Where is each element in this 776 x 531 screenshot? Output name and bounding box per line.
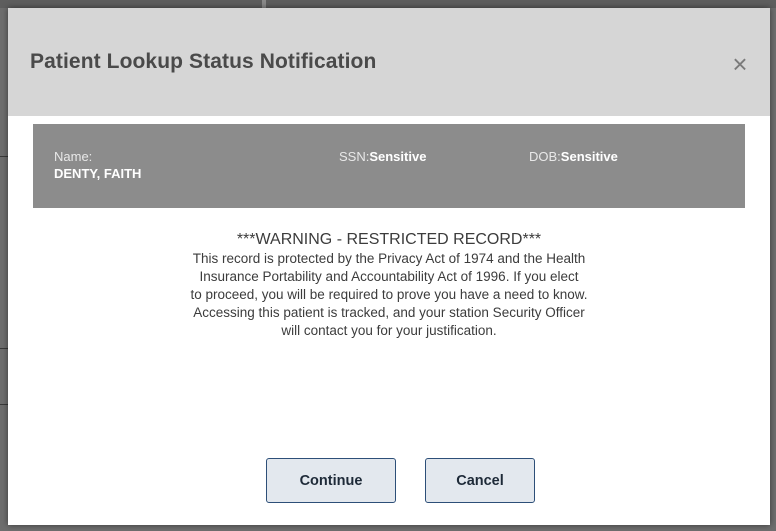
- warning-heading: ***WARNING - RESTRICTED RECORD***: [236, 231, 542, 248]
- message-line: will contact you for your justification.: [281, 323, 497, 338]
- patient-name: DENTY, FAITH: [54, 166, 142, 181]
- dob-field: DOB:Sensitive: [529, 149, 618, 164]
- ssn-label: SSN:: [339, 149, 370, 164]
- close-icon[interactable]: ×: [732, 49, 747, 79]
- background-divider: [0, 404, 8, 405]
- close-button[interactable]: ×: [728, 49, 752, 79]
- dob-label: DOB:: [529, 149, 561, 164]
- message-line: to proceed, you will be required to prov…: [190, 287, 588, 302]
- patient-info-bar: Name: DENTY, FAITH SSN:Sensitive DOB:Sen…: [33, 124, 745, 208]
- background-strip: [0, 0, 776, 8]
- message-line: This record is protected by the Privacy …: [192, 251, 586, 266]
- dialog-title: Patient Lookup Status Notification: [30, 50, 377, 73]
- background-divider: [262, 0, 266, 8]
- patient-lookup-dialog: Patient Lookup Status Notification × Nam…: [8, 8, 770, 525]
- background-divider: [0, 156, 8, 157]
- dob-value: Sensitive: [560, 149, 618, 164]
- ssn-field: SSN:Sensitive: [339, 149, 426, 164]
- cancel-button[interactable]: Cancel: [425, 458, 535, 503]
- name-label: Name:: [54, 149, 93, 164]
- continue-button[interactable]: Continue: [266, 458, 396, 503]
- message-line: Accessing this patient is tracked, and y…: [193, 305, 585, 320]
- restricted-record-message: ***WARNING - RESTRICTED RECORD*** This r…: [68, 230, 710, 340]
- ssn-value: Sensitive: [369, 149, 427, 164]
- message-line: Insurance Portability and Accountability…: [199, 269, 579, 284]
- background-divider: [0, 348, 8, 349]
- dialog-header: Patient Lookup Status Notification ×: [8, 8, 770, 116]
